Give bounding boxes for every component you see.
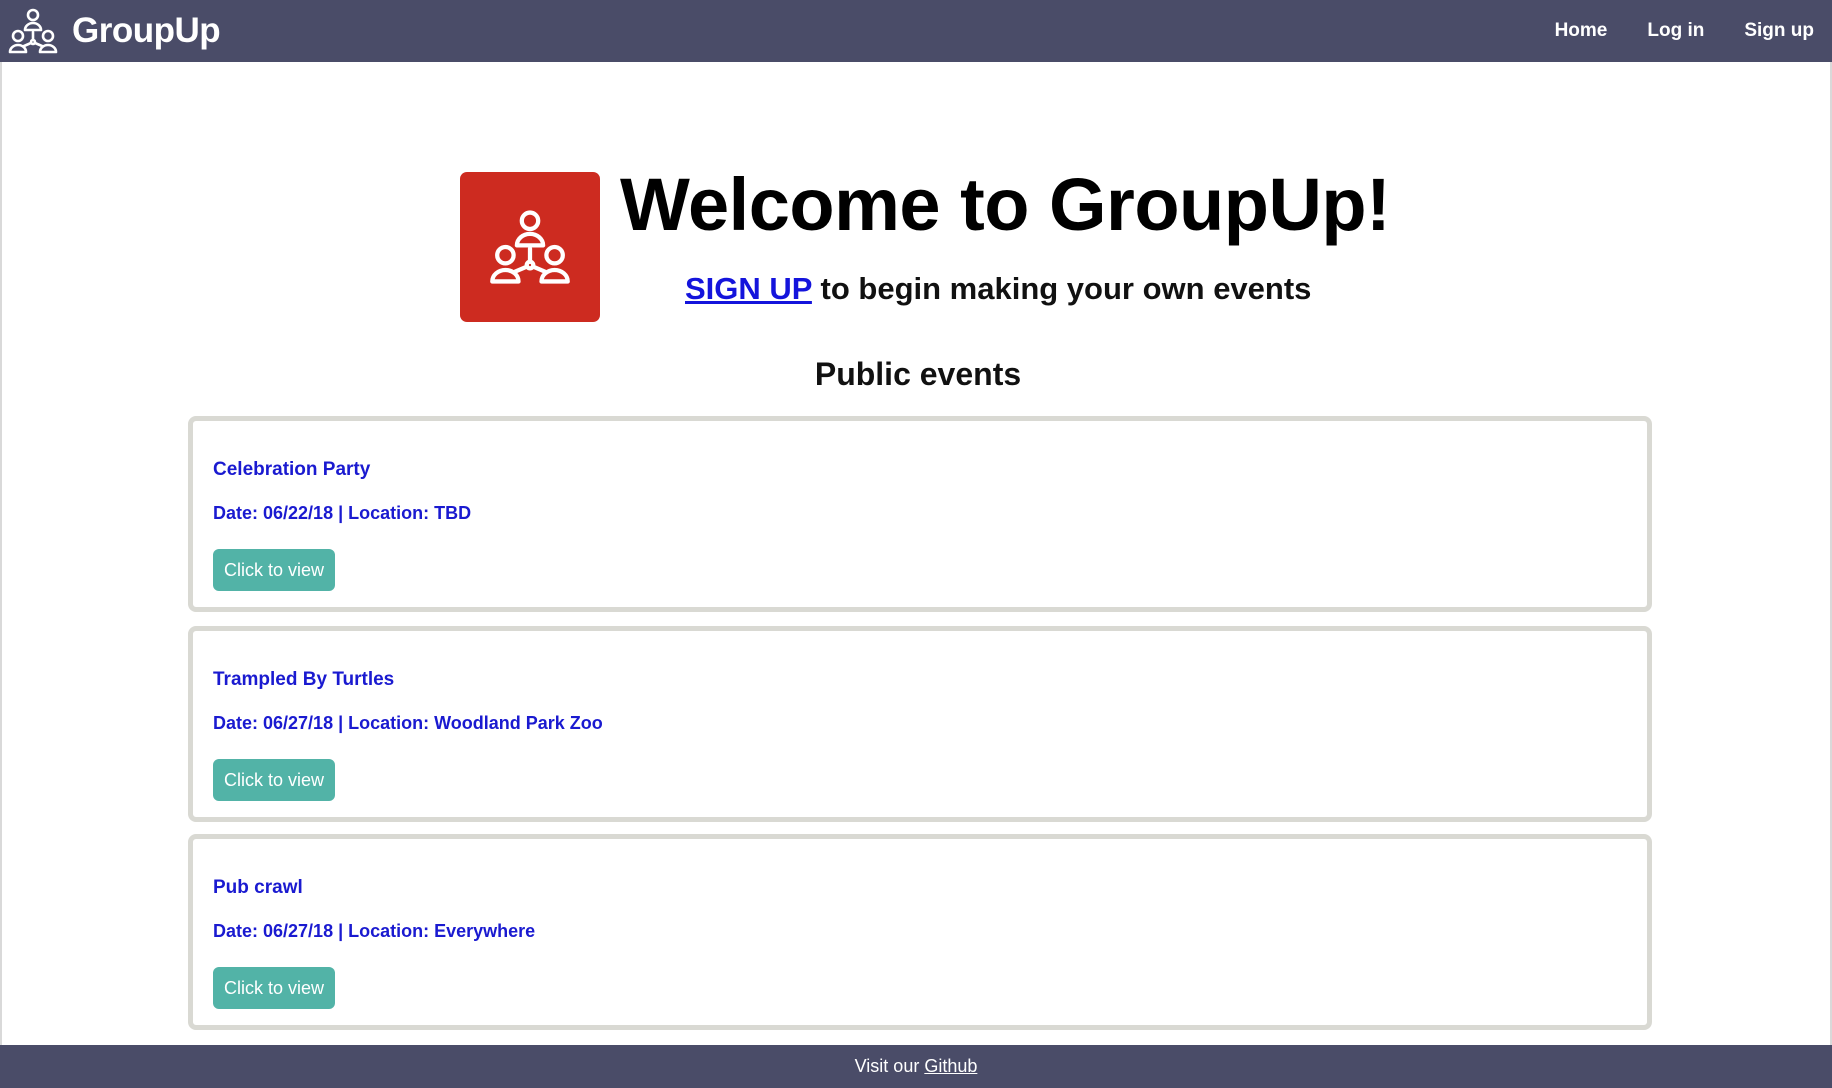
hero-logo [460,172,600,322]
footer-text: Visit our [854,1056,920,1076]
github-link[interactable]: Github [924,1056,977,1077]
nav-login-link[interactable]: Log in [1647,20,1704,42]
page-footer: Visit our Github [0,1045,1832,1088]
event-meta: Date: 06/27/18 | Location: Woodland Park… [213,713,603,733]
view-event-button[interactable]: Click to view [213,549,335,591]
view-event-button[interactable]: Click to view [213,759,335,801]
view-event-button[interactable]: Click to view [213,967,335,1009]
nav-links: Home Log in Sign up [1555,20,1814,42]
nav-home-link[interactable]: Home [1555,20,1608,42]
page-title: Welcome to GroupUp! [620,163,1391,246]
event-card: Pub crawl Date: 06/27/18 | Location: Eve… [188,834,1652,1030]
nav-signup-link[interactable]: Sign up [1744,20,1814,42]
brand-name: GroupUp [72,11,221,50]
event-meta: Date: 06/27/18 | Location: Everywhere [213,921,536,941]
event-name: Celebration Party [213,459,371,480]
brand-link[interactable]: GroupUp [8,6,221,56]
group-network-icon [490,210,570,284]
event-meta: Date: 06/22/18 | Location: TBD [213,503,472,523]
signup-cta-link[interactable]: SIGN UP [685,271,812,306]
event-name: Trampled By Turtles [213,669,395,690]
signup-cta-text: to begin making your own events [811,271,1312,306]
group-network-icon [8,6,58,56]
top-navbar: GroupUp Home Log in Sign up [0,0,1832,62]
hero-subtitle: SIGN UP to begin making your own events [685,271,1311,307]
main-content: Welcome to GroupUp! SIGN UP to begin mak… [0,62,1832,1045]
event-card: Celebration Party Date: 06/22/18 | Locat… [188,416,1652,612]
public-events-heading: Public events [814,356,1022,392]
event-name: Pub crawl [213,877,303,898]
event-card: Trampled By Turtles Date: 06/27/18 | Loc… [188,626,1652,822]
